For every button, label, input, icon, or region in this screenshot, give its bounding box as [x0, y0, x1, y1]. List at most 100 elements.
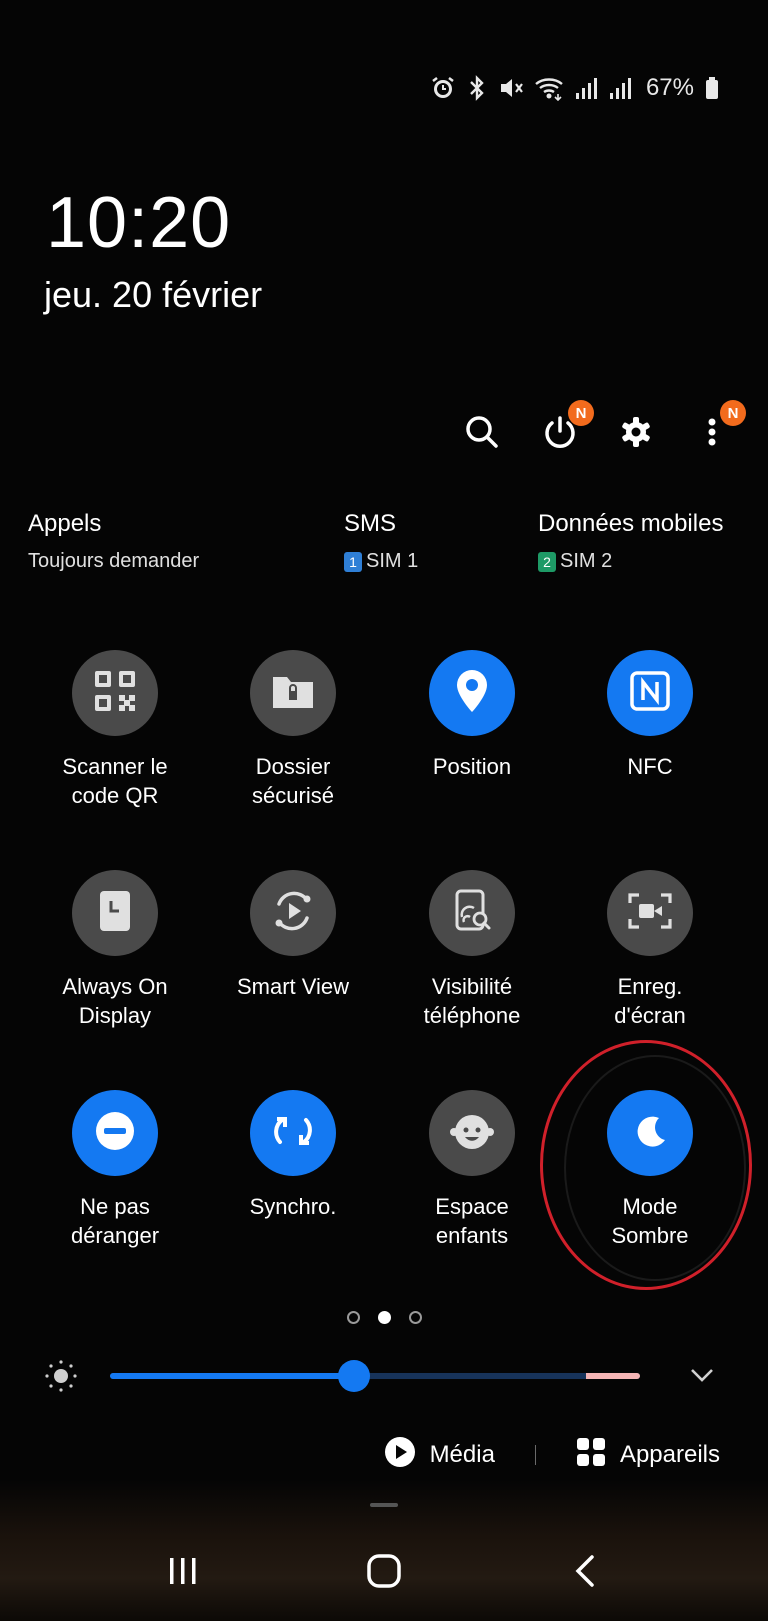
sim-calls[interactable]: Appels Toujours demander	[28, 510, 199, 573]
tile-label: Synchro.	[249, 1194, 337, 1219]
signal-sim1-icon	[574, 75, 598, 101]
search-button[interactable]	[454, 406, 510, 462]
secure-folder-icon	[270, 671, 316, 716]
status-bar: 67%	[430, 70, 720, 106]
smart-view-icon	[270, 888, 316, 939]
tile-qr-scanner[interactable]: Scanner le code QR	[26, 650, 204, 810]
sim-calls-value: Toujours demander	[28, 550, 200, 572]
back-button[interactable]	[550, 1538, 620, 1608]
power-button[interactable]: N	[532, 400, 594, 462]
tile-label: Espace enfants	[435, 1194, 509, 1248]
devices-button[interactable]: Appareils	[576, 1437, 720, 1474]
brightness-slider	[0, 1355, 768, 1395]
tile-sync-toggle[interactable]	[250, 1090, 336, 1176]
recent-apps-icon	[166, 1556, 200, 1591]
tile-secure-folder-toggle[interactable]	[250, 650, 336, 736]
clock-date: jeu. 20 février	[44, 274, 263, 315]
tile-secure-folder[interactable]: Dossier sécurisé	[204, 650, 382, 810]
bluetooth-icon	[466, 75, 488, 101]
tile-label: Ne pas déranger	[70, 1194, 160, 1248]
tile-label: Position	[432, 754, 512, 779]
phone-visibility-icon	[452, 889, 492, 938]
tile-always-on-display[interactable]: Always On Display	[26, 870, 204, 1030]
sim2-tag: 2	[538, 551, 556, 572]
tile-label: Smart View	[236, 974, 350, 999]
clock-time: 10:20	[46, 183, 232, 263]
tile-do-not-disturb-toggle[interactable]	[72, 1090, 158, 1176]
screen-record-icon	[627, 891, 673, 936]
tile-smart-view[interactable]: Smart View	[204, 870, 382, 1001]
expand-panel-button[interactable]	[684, 1359, 720, 1395]
sim-data-value: SIM 2	[560, 550, 613, 572]
always-on-display-icon	[97, 889, 133, 938]
battery-icon	[704, 75, 720, 101]
sync-icon	[270, 1108, 316, 1159]
tile-label: Visibilité téléphone	[423, 974, 521, 1028]
signal-sim2-icon	[608, 75, 632, 101]
recent-apps-button[interactable]	[148, 1538, 218, 1608]
sim-data[interactable]: Données mobiles 2 SIM 2	[538, 510, 723, 573]
media-devices-bar: Média Appareils	[384, 1430, 720, 1480]
sim1-tag: 1	[344, 551, 362, 572]
sim-sms[interactable]: SMS 1 SIM 1	[344, 510, 418, 573]
dark-mode-icon	[629, 1110, 671, 1157]
page-dot[interactable]	[346, 1311, 360, 1324]
brightness-thumb[interactable]	[337, 1360, 370, 1392]
navigation-bar	[0, 1538, 768, 1608]
more-options-button[interactable]: N	[684, 400, 746, 462]
more-badge: N	[720, 400, 746, 426]
tile-label: Dossier sécurisé	[252, 754, 334, 808]
home-icon	[366, 1553, 402, 1594]
tile-label: NFC	[627, 754, 673, 779]
chevron-down-icon	[689, 1367, 715, 1388]
media-label: Média	[429, 1441, 495, 1468]
tile-kids-space[interactable]: Espace enfants	[383, 1090, 561, 1250]
brightness-track[interactable]	[110, 1360, 640, 1392]
tile-smart-view-toggle[interactable]	[250, 870, 336, 956]
nfc-icon	[629, 670, 671, 717]
tile-label: Scanner le code QR	[62, 754, 168, 808]
tile-label: Mode Sombre	[611, 1194, 689, 1248]
tile-dark-mode-toggle[interactable]	[607, 1090, 693, 1176]
tile-sync[interactable]: Synchro.	[204, 1090, 382, 1221]
wifi-icon	[534, 75, 564, 101]
sim-sms-value: SIM 1	[366, 550, 419, 572]
tile-screen-record-toggle[interactable]	[607, 870, 693, 956]
play-circle-icon	[384, 1436, 416, 1475]
settings-button[interactable]	[608, 406, 664, 462]
battery-percent: 67%	[645, 74, 694, 101]
page-dot[interactable]	[377, 1311, 391, 1324]
brightness-icon	[44, 1359, 78, 1398]
media-button[interactable]: Média	[384, 1436, 495, 1475]
tile-label: Enreg. d'écran	[614, 974, 686, 1028]
settings-icon	[616, 412, 656, 457]
do-not-disturb-icon	[93, 1109, 137, 1158]
power-badge: N	[568, 400, 594, 426]
devices-grid-icon	[576, 1437, 606, 1474]
quick-panel-toolbar: N N	[0, 400, 768, 470]
tile-nfc[interactable]: NFC	[561, 650, 739, 781]
devices-label: Appareils	[619, 1441, 720, 1468]
brightness-extra-range	[586, 1373, 640, 1379]
media-separator	[534, 1445, 536, 1465]
tile-phone-visibility-toggle[interactable]	[429, 870, 515, 956]
tile-nfc-toggle[interactable]	[607, 650, 693, 736]
alarm-icon	[430, 75, 456, 101]
tile-dark-mode[interactable]: Mode Sombre	[561, 1090, 739, 1250]
mute-icon	[498, 75, 524, 101]
kids-icon	[449, 1109, 495, 1158]
tile-always-on-display-toggle[interactable]	[72, 870, 158, 956]
tile-location-toggle[interactable]	[429, 650, 515, 736]
qr-code-icon	[93, 669, 137, 718]
tile-location[interactable]: Position	[383, 650, 561, 781]
tile-kids-space-toggle[interactable]	[429, 1090, 515, 1176]
tile-phone-visibility[interactable]: Visibilité téléphone	[383, 870, 561, 1030]
search-icon	[462, 412, 502, 457]
home-button[interactable]	[349, 1538, 419, 1608]
tile-do-not-disturb[interactable]: Ne pas déranger	[26, 1090, 204, 1250]
page-dot[interactable]	[408, 1311, 422, 1324]
panel-drag-handle[interactable]	[370, 1503, 398, 1507]
tile-qr-scanner-toggle[interactable]	[72, 650, 158, 736]
tile-label: Always On Display	[62, 974, 168, 1028]
tile-screen-record[interactable]: Enreg. d'écran	[561, 870, 739, 1030]
